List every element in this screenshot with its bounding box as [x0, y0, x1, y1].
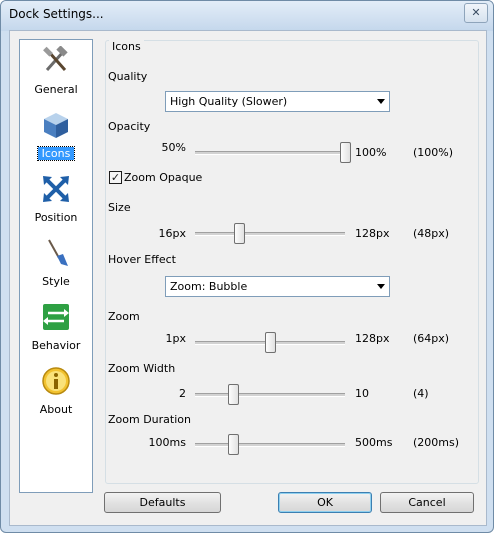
sidebar-item-label: Icons: [37, 146, 75, 161]
sidebar-item-icons[interactable]: Icons: [20, 110, 92, 162]
zoom-duration-label: Zoom Duration: [108, 413, 191, 426]
checkmark-icon: ✓: [110, 171, 121, 184]
opacity-slider-track[interactable]: [195, 151, 345, 155]
zoom-width-max-label: 10: [355, 387, 369, 400]
zoom-width-min-label: 2: [179, 387, 186, 400]
group-title: Icons: [109, 40, 144, 53]
size-slider-track[interactable]: [195, 232, 345, 236]
quality-label: Quality: [108, 70, 148, 83]
window-title: Dock Settings...: [9, 7, 104, 21]
quality-value: High Quality (Slower): [170, 95, 288, 108]
info-icon: [42, 367, 70, 395]
sidebar-item-position[interactable]: Position: [20, 174, 92, 226]
zoom-current-value: (64px): [413, 332, 450, 345]
hover-effect-label: Hover Effect: [108, 253, 176, 266]
hover-effect-dropdown[interactable]: Zoom: Bubble: [165, 276, 390, 297]
zoom-opaque-checkbox[interactable]: ✓: [109, 171, 122, 184]
zoom-label: Zoom: [108, 310, 140, 323]
zoom-max-label: 128px: [355, 332, 390, 345]
sidebar-item-label: About: [39, 403, 73, 416]
dialog-body: General Icons Position Style Behavior Ab…: [9, 30, 487, 526]
zoom-slider-thumb[interactable]: [265, 332, 276, 353]
zoom-duration-min-label: 100ms: [148, 436, 186, 449]
zoom-width-slider-thumb[interactable]: [227, 384, 239, 405]
zoom-min-label: 1px: [165, 332, 187, 345]
chevron-down-icon: [377, 99, 385, 104]
zoom-width-label: Zoom Width: [108, 362, 176, 375]
hover-effect-value: Zoom: Bubble: [170, 280, 248, 293]
cube-icon: [44, 113, 68, 138]
zoom-opaque-label[interactable]: Zoom Opaque: [124, 171, 202, 184]
sidebar-item-about[interactable]: About: [20, 366, 92, 418]
sidebar-item-label: Position: [34, 211, 78, 224]
size-min-label: 16px: [158, 227, 187, 240]
close-button[interactable]: ✕: [464, 3, 488, 23]
cancel-button[interactable]: Cancel: [380, 492, 474, 513]
zoom-duration-slider-track[interactable]: [195, 443, 345, 447]
close-icon: ✕: [471, 6, 481, 19]
move-arrows-icon: [43, 176, 69, 202]
quality-dropdown[interactable]: High Quality (Slower): [165, 91, 390, 112]
defaults-button[interactable]: Defaults: [104, 492, 221, 513]
exchange-arrows-icon: [43, 304, 69, 330]
chevron-down-icon: [377, 284, 385, 289]
opacity-slider-thumb[interactable]: [340, 142, 351, 163]
sidebar-item-label: Behavior: [31, 339, 81, 352]
category-sidebar: General Icons Position Style Behavior Ab…: [19, 39, 93, 493]
zoom-width-current-value: (4): [413, 387, 429, 400]
sidebar-item-label: General: [34, 83, 78, 96]
sidebar-item-general[interactable]: General: [20, 46, 92, 98]
size-max-label: 128px: [355, 227, 390, 240]
sidebar-item-behavior[interactable]: Behavior: [20, 302, 92, 354]
zoom-duration-current-value: (200ms): [413, 436, 460, 449]
size-current-value: (48px): [413, 227, 450, 240]
paintbrush-icon: [48, 239, 68, 266]
zoom-width-slider-track[interactable]: [195, 393, 345, 397]
opacity-current-value: (100%): [413, 146, 454, 159]
size-slider-thumb[interactable]: [233, 223, 245, 244]
size-label: Size: [108, 201, 131, 214]
ok-button[interactable]: OK: [278, 492, 372, 513]
opacity-label: Opacity: [108, 120, 151, 133]
sidebar-item-label: Style: [42, 275, 70, 288]
opacity-min-label: 50%: [161, 141, 186, 154]
dock-settings-window: Dock Settings... ✕ General Icons Positio…: [0, 0, 494, 533]
title-bar[interactable]: Dock Settings... ✕: [1, 1, 493, 31]
zoom-duration-slider-thumb[interactable]: [227, 434, 239, 455]
sidebar-item-style[interactable]: Style: [20, 238, 92, 290]
hammer-wrench-icon: [43, 46, 68, 71]
zoom-duration-max-label: 500ms: [355, 436, 393, 449]
opacity-max-label: 100%: [355, 146, 387, 159]
